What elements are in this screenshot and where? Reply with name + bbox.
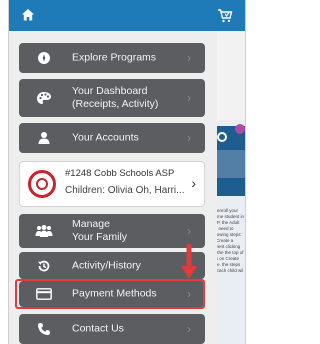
chevron-right-icon: ›	[187, 91, 191, 105]
menu-item-dashboard[interactable]: Your Dashboard (Receipts, Activity) ›	[19, 79, 205, 117]
chevron-right-icon: ›	[187, 51, 191, 65]
top-bar	[9, 0, 245, 31]
school-logo-inner	[36, 178, 48, 190]
school-logo-icon	[28, 170, 56, 198]
menu-item-label: Activity/History	[72, 259, 141, 271]
menu-item-manage-family[interactable]: Manage Your Family ›	[19, 214, 205, 248]
cart-icon[interactable]	[217, 8, 233, 24]
menu-item-explore-programs[interactable]: Explore Programs ›	[19, 43, 205, 73]
menu-item-label: Your Accounts	[72, 131, 139, 144]
phone-icon	[35, 320, 53, 338]
palette-icon	[35, 89, 53, 107]
menu-item-activity-history[interactable]: Activity/History ›	[19, 252, 205, 279]
payment-methods-highlight	[15, 279, 205, 309]
app-frame: To enroll your eleme student in ASP, the…	[8, 0, 246, 344]
menu-item-label: Your Dashboard (Receipts, Activity)	[72, 85, 159, 110]
school-title: #1248 Cobb Schools ASP	[65, 168, 175, 179]
menu-item-your-accounts[interactable]: Your Accounts ›	[19, 123, 205, 153]
info-panel-dot	[235, 124, 245, 134]
compass-icon	[35, 49, 53, 67]
home-icon[interactable]	[21, 8, 35, 22]
info-panel-ring-icon	[217, 132, 227, 142]
menu-item-label: Manage Your Family	[72, 218, 128, 243]
school-account-card[interactable]: #1248 Cobb Schools ASP Children: Olivia …	[19, 161, 205, 207]
menu-item-label: Explore Programs	[72, 51, 157, 64]
history-icon	[35, 257, 53, 275]
chevron-right-icon: ›	[187, 224, 191, 238]
user-icon	[35, 129, 53, 147]
family-icon	[35, 222, 53, 240]
school-children: Children: Olivia Oh, Harri...	[65, 185, 185, 196]
chevron-right-icon: ›	[187, 131, 191, 145]
menu-item-label: Contact Us	[72, 322, 124, 335]
menu-item-contact-us[interactable]: Contact Us ›	[19, 314, 205, 344]
chevron-right-icon: ›	[191, 175, 196, 191]
annotation-arrow-icon	[181, 244, 197, 279]
chevron-right-icon: ›	[187, 322, 191, 336]
